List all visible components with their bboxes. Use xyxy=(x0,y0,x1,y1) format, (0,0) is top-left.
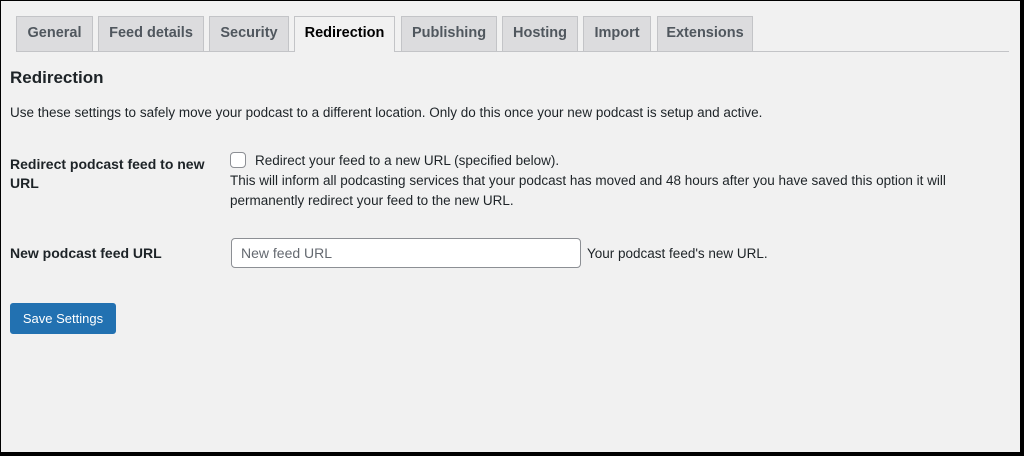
tab-hosting[interactable]: Hosting xyxy=(502,16,578,51)
new-feed-url-hint: Your podcast feed's new URL. xyxy=(587,246,768,261)
redirect-feed-checkbox[interactable] xyxy=(230,152,246,168)
tab-feed-details[interactable]: Feed details xyxy=(98,16,204,51)
redirect-feed-option[interactable]: Redirect your feed to a new URL (specifi… xyxy=(230,152,559,168)
tab-redirection[interactable]: Redirection xyxy=(294,16,395,52)
new-feed-url-input[interactable] xyxy=(231,238,581,268)
settings-page: General Feed details Security Redirectio… xyxy=(1,1,1020,452)
tab-general[interactable]: General xyxy=(16,16,93,51)
settings-tabs: General Feed details Security Redirectio… xyxy=(16,16,1009,52)
tab-extensions[interactable]: Extensions xyxy=(657,16,753,51)
section-title: Redirection xyxy=(10,68,104,87)
redirect-feed-checkbox-label[interactable]: Redirect your feed to a new URL (specifi… xyxy=(255,153,559,168)
redirect-feed-description: This will inform all podcasting services… xyxy=(230,173,946,208)
new-feed-url-label: New podcast feed URL xyxy=(10,245,162,261)
section-intro: Use these settings to safely move your p… xyxy=(10,105,763,120)
save-settings-button[interactable]: Save Settings xyxy=(10,303,116,334)
tab-publishing[interactable]: Publishing xyxy=(401,16,497,51)
tab-import[interactable]: Import xyxy=(583,16,651,51)
redirect-feed-label: Redirect podcast feed to new URL xyxy=(10,156,205,191)
tab-security[interactable]: Security xyxy=(209,16,289,51)
